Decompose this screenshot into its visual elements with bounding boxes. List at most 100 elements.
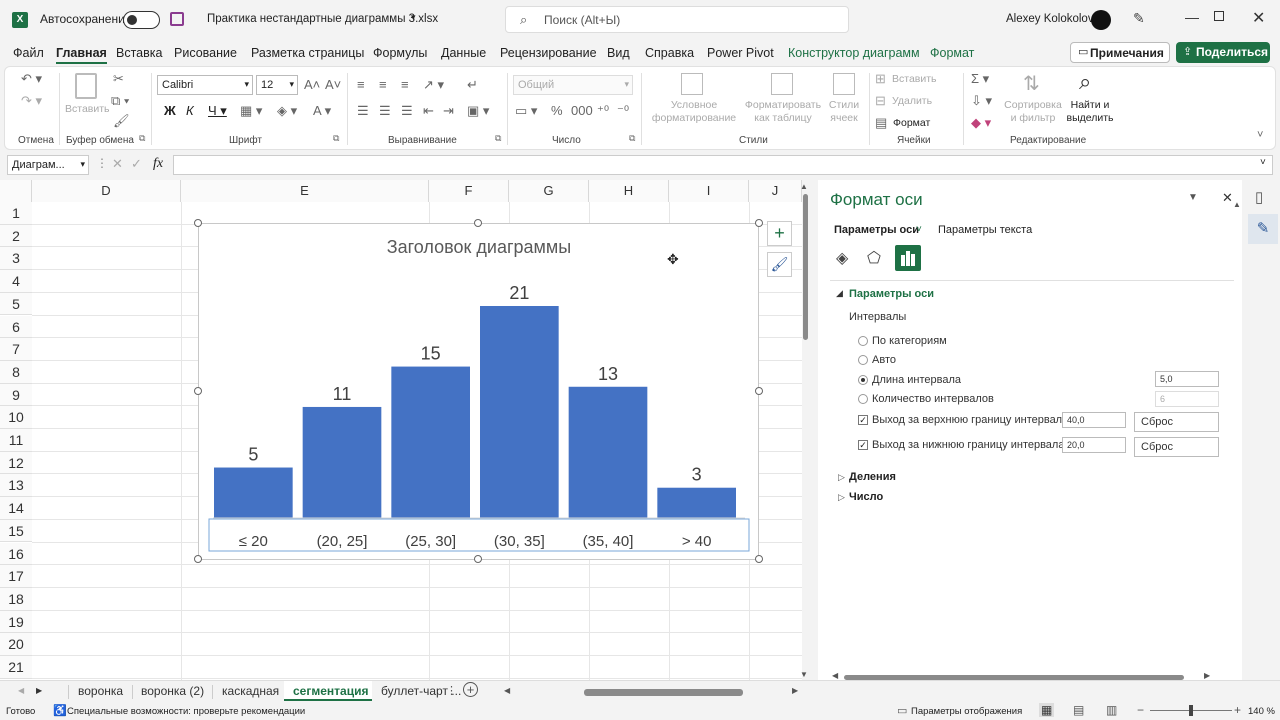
- accessibility-status[interactable]: Специальные возможности: проверьте реком…: [67, 706, 305, 717]
- overflow-label[interactable]: Выход за верхнюю границу интервала: [872, 414, 1068, 426]
- vertical-scrollbar[interactable]: ▲ ▼: [800, 180, 808, 680]
- histogram-bar[interactable]: [480, 306, 559, 518]
- underflow-input[interactable]: 20,0: [1062, 437, 1126, 453]
- data-label[interactable]: 21: [509, 283, 529, 303]
- sort-filter-label[interactable]: Сортировка и фильтр: [1001, 99, 1065, 125]
- sheet-tab[interactable]: воронка (2): [141, 684, 204, 698]
- merge-icon[interactable]: ▣ ▾: [467, 103, 489, 119]
- fill-icon[interactable]: ⇩ ▾: [971, 93, 992, 109]
- align-right-icon[interactable]: ☰: [401, 103, 413, 119]
- data-label[interactable]: 5: [248, 445, 258, 465]
- chart-title[interactable]: Заголовок диаграммы: [387, 237, 571, 257]
- row-header[interactable]: 20: [0, 633, 32, 656]
- bold-icon[interactable]: Ж: [164, 103, 176, 118]
- chart-elements-button[interactable]: +: [767, 221, 792, 246]
- category-tick-label[interactable]: ≤ 20: [239, 533, 268, 550]
- formula-input[interactable]: [173, 155, 1273, 175]
- insert-cells-label[interactable]: Вставить: [892, 73, 937, 85]
- scroll-thumb[interactable]: [803, 194, 808, 340]
- radio-by-category[interactable]: [858, 336, 868, 346]
- wrap-text-icon[interactable]: ↵: [467, 77, 478, 93]
- radio-auto[interactable]: [858, 355, 868, 365]
- format-table-icon[interactable]: [771, 73, 793, 95]
- row-header[interactable]: 18: [0, 587, 32, 611]
- radio-bin-width[interactable]: [858, 375, 868, 385]
- underflow-label[interactable]: Выход за нижнюю границу интервала: [872, 439, 1064, 451]
- fill-line-icon[interactable]: ◈: [836, 248, 848, 268]
- overflow-input[interactable]: 40,0: [1062, 412, 1126, 428]
- format-cells-icon[interactable]: ▤: [875, 115, 887, 131]
- row-header[interactable]: 16: [0, 542, 32, 566]
- align-top-icon[interactable]: ≡: [357, 77, 365, 92]
- tab-file[interactable]: Файл: [13, 46, 44, 60]
- align-left-icon[interactable]: ☰: [357, 103, 369, 119]
- conditional-format-label[interactable]: Условное форматирование: [647, 99, 741, 125]
- histogram-bar[interactable]: [302, 406, 382, 518]
- title-chevron-icon[interactable]: ▾: [411, 12, 416, 23]
- zoom-in-icon[interactable]: +: [1234, 703, 1241, 717]
- section-collapse-icon[interactable]: ▷: [838, 492, 845, 503]
- resize-handle[interactable]: [755, 387, 763, 395]
- column-header[interactable]: I: [669, 180, 749, 202]
- resize-handle[interactable]: [194, 219, 202, 227]
- histogram-bar[interactable]: [657, 487, 736, 518]
- resize-handle[interactable]: [474, 219, 482, 227]
- resize-handle[interactable]: [755, 555, 763, 563]
- conditional-format-icon[interactable]: [681, 73, 703, 95]
- sheet-tab-active[interactable]: сегментация: [284, 681, 372, 701]
- tab-page-layout[interactable]: Разметка страницы: [251, 46, 364, 60]
- sheet-tab[interactable]: воронка: [78, 684, 123, 698]
- increase-indent-icon[interactable]: ⇥: [443, 103, 454, 119]
- row-header[interactable]: 17: [0, 565, 32, 588]
- bin-width-input[interactable]: 5,0: [1155, 371, 1219, 387]
- row-header[interactable]: 8: [0, 360, 32, 384]
- sheet-tab[interactable]: каскадная: [222, 684, 279, 698]
- overflow-reset-button[interactable]: Сброс: [1134, 412, 1219, 432]
- more-icon[interactable]: ⋮: [96, 156, 108, 170]
- underline-icon[interactable]: Ч ▾: [208, 103, 227, 119]
- radio-bin-count[interactable]: [858, 394, 868, 404]
- column-header[interactable]: D: [32, 180, 181, 202]
- row-header[interactable]: 12: [0, 451, 32, 475]
- tab-axis-chevron-icon[interactable]: ˅: [916, 224, 922, 235]
- fx-icon[interactable]: fx: [153, 156, 163, 172]
- data-label[interactable]: 3: [692, 465, 702, 485]
- number-format-select[interactable]: Общий ▾: [513, 75, 633, 95]
- overflow-checkbox[interactable]: ✓: [858, 415, 868, 425]
- category-tick-label[interactable]: (20, 25]: [317, 533, 368, 550]
- row-header[interactable]: 4: [0, 270, 32, 293]
- clear-icon[interactable]: ◆ ▾: [971, 115, 991, 131]
- tab-chart-design[interactable]: Конструктор диаграмм: [788, 46, 920, 60]
- tab-axis-options[interactable]: Параметры оси: [834, 224, 919, 236]
- row-header[interactable]: 15: [0, 519, 32, 543]
- scroll-left-icon[interactable]: ◀: [832, 671, 838, 680]
- category-tick-label[interactable]: (35, 40]: [583, 533, 634, 550]
- data-label[interactable]: 11: [333, 384, 352, 404]
- bin-count-label[interactable]: Количество интервалов: [872, 393, 994, 405]
- number-launcher-icon[interactable]: ⧉: [629, 133, 635, 144]
- row-header[interactable]: 10: [0, 406, 32, 429]
- prev-sheet-icon[interactable]: ◀: [18, 686, 24, 695]
- font-name-select[interactable]: Calibri ▾: [157, 75, 253, 95]
- delete-cells-label[interactable]: Удалить: [892, 95, 932, 107]
- enter-icon[interactable]: ✓: [131, 156, 142, 172]
- row-header[interactable]: 13: [0, 474, 32, 498]
- format-table-label[interactable]: Форматировать как таблицу: [743, 99, 823, 125]
- tab-review[interactable]: Рецензирование: [500, 46, 597, 60]
- document-title[interactable]: Практика нестандартные диаграммы 3.xlsx: [207, 13, 438, 25]
- scroll-right-icon[interactable]: ▶: [1204, 671, 1210, 680]
- redo-icon[interactable]: ↷ ▾: [21, 93, 42, 109]
- histogram-bar[interactable]: [214, 467, 293, 518]
- row-header[interactable]: 14: [0, 497, 32, 520]
- accessibility-icon[interactable]: ♿: [53, 704, 67, 717]
- undo-icon[interactable]: ↶ ▾: [21, 71, 42, 87]
- data-label[interactable]: 13: [598, 364, 618, 384]
- row-header[interactable]: 9: [0, 383, 32, 407]
- collapse-ribbon-icon[interactable]: ˅: [1257, 129, 1263, 141]
- histogram-chart[interactable]: Заголовок диаграммы 5 ≤ 20 11 (20, 25] 15 (25…: [199, 224, 760, 561]
- page-layout-icon[interactable]: ▤: [1073, 703, 1084, 717]
- currency-icon[interactable]: ▭ ▾: [515, 103, 537, 119]
- insert-cells-icon[interactable]: ⊞: [875, 71, 886, 87]
- normal-view-icon[interactable]: ▦: [1039, 703, 1055, 717]
- resize-handle[interactable]: [194, 387, 202, 395]
